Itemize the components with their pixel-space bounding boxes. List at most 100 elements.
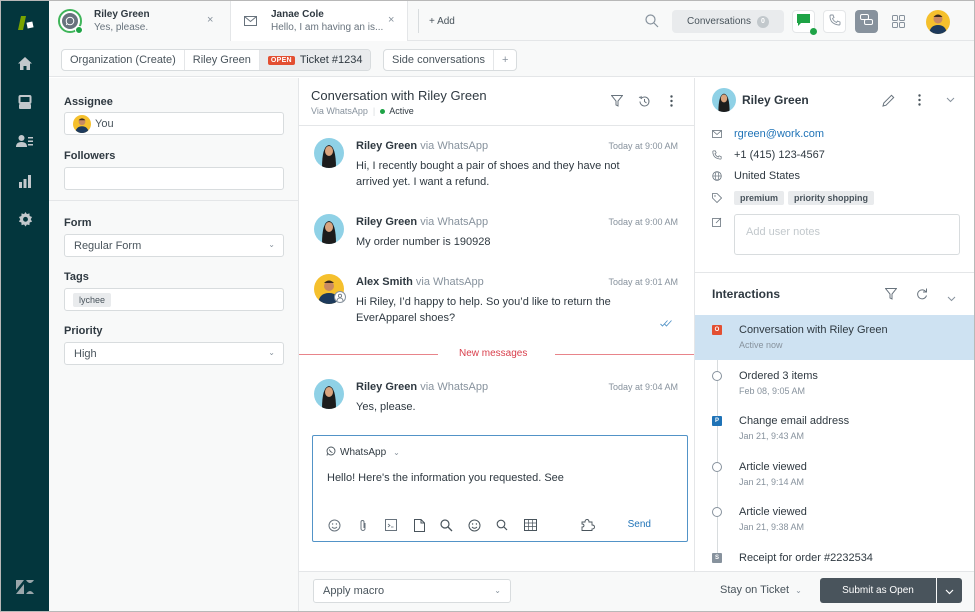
breadcrumb-ticket[interactable]: OPEN Ticket #1234 <box>259 50 371 70</box>
zendesk-logo[interactable] <box>15 577 35 597</box>
message-body: Hi Riley, I’d happy to help. So you’d li… <box>356 296 611 324</box>
conversations-button[interactable]: Conversations 0 <box>672 10 784 33</box>
code-block-icon[interactable] <box>384 518 398 532</box>
search-icon[interactable] <box>439 518 453 532</box>
tab-janae-cole[interactable]: Janae Cole Hello, I am having an is... × <box>230 1 408 42</box>
breadcrumb: Organization (Create) Riley Green OPEN T… <box>61 49 372 71</box>
stay-on-ticket-select[interactable]: Stay on Ticket ⌄ <box>720 584 802 596</box>
breadcrumb-user[interactable]: Riley Green <box>185 50 260 70</box>
conversation-status: Active <box>380 106 414 116</box>
phone-button[interactable] <box>823 10 846 33</box>
channel-label: WhatsApp <box>340 447 387 458</box>
close-tab-icon[interactable]: × <box>207 14 213 26</box>
refresh-icon[interactable] <box>916 288 928 303</box>
inbox-icon[interactable] <box>15 92 35 112</box>
contacts-icon[interactable] <box>15 131 35 151</box>
interaction-title: Change email address <box>739 415 850 427</box>
agent-badge-icon <box>334 291 346 303</box>
author-name: Riley Green <box>356 381 418 393</box>
more-options-icon[interactable] <box>664 94 678 108</box>
customer-avatar <box>314 138 344 168</box>
gear-icon[interactable] <box>15 209 35 229</box>
messaging-status-button[interactable] <box>792 10 817 35</box>
interaction-item[interactable]: Ordered 3 items Feb 08, 9:05 AM <box>695 361 974 406</box>
add-tab-button[interactable]: + Add <box>418 9 455 33</box>
send-button[interactable]: Send <box>628 519 651 530</box>
knowledge-search-icon[interactable] <box>495 518 509 532</box>
collapse-chevron-icon[interactable] <box>947 291 956 305</box>
edit-pencil-icon[interactable] <box>881 93 895 107</box>
side-conversations-button[interactable]: Side conversations <box>384 50 494 70</box>
tag-chip[interactable]: lychee <box>73 292 112 307</box>
interaction-time: Active now <box>739 340 783 350</box>
user-phone: +1 (415) 123-4567 <box>734 149 825 161</box>
phone-icon <box>712 150 722 160</box>
interaction-item[interactable]: O Conversation with Riley Green Active n… <box>695 315 974 360</box>
customer-avatar <box>314 379 344 409</box>
reply-composer[interactable]: WhatsApp ⌄ Hello! Here's the information… <box>312 435 688 542</box>
interaction-item[interactable]: S Receipt for order #2232534 <box>695 543 974 571</box>
emoji-icon[interactable] <box>467 518 481 532</box>
emoji-icon[interactable] <box>327 518 341 532</box>
conversations-label: Conversations <box>687 16 751 27</box>
home-icon[interactable] <box>15 53 35 73</box>
submit-options-button[interactable] <box>937 578 962 603</box>
collapse-chevron-icon[interactable] <box>943 93 957 107</box>
current-user-avatar[interactable] <box>926 10 950 34</box>
tab-riley-green[interactable]: Riley Green Yes, please. × <box>49 1 230 41</box>
reply-text-input[interactable]: Hello! Here's the information you reques… <box>327 472 564 484</box>
user-name: Riley Green <box>742 93 809 107</box>
interaction-title: Conversation with Riley Green <box>739 324 888 336</box>
author-channel: via WhatsApp <box>420 140 489 152</box>
interactions-title: Interactions <box>712 287 781 301</box>
form-select[interactable]: Regular Form ⌄ <box>64 234 284 257</box>
event-circle-icon <box>712 462 722 472</box>
apps-grid-icon[interactable] <box>892 15 905 31</box>
attachment-icon[interactable] <box>356 518 370 532</box>
filter-icon[interactable] <box>610 94 624 108</box>
whatsapp-avatar <box>58 9 83 34</box>
chevron-down-icon: ⌄ <box>393 448 400 457</box>
followers-field[interactable] <box>64 167 284 190</box>
top-bar: Riley Green Yes, please. × Janae Cole He… <box>49 1 974 42</box>
bar-chart-icon[interactable] <box>15 171 35 191</box>
interaction-item[interactable]: Article viewed Jan 21, 9:14 AM <box>695 452 974 497</box>
context-panel-toggle[interactable] <box>855 10 878 33</box>
apps-puzzle-icon[interactable] <box>580 518 596 532</box>
user-country-row: United States <box>712 169 800 183</box>
breadcrumb-organization[interactable]: Organization (Create) <box>62 50 185 70</box>
history-icon[interactable] <box>637 94 651 108</box>
author-channel: via WhatsApp <box>420 381 489 393</box>
interaction-item[interactable]: Article viewed Jan 21, 9:38 AM <box>695 497 974 542</box>
table-icon[interactable] <box>523 518 537 532</box>
user-notes-input[interactable]: Add user notes <box>734 214 960 255</box>
user-tag[interactable]: priority shopping <box>788 191 875 205</box>
channel-selector[interactable]: WhatsApp ⌄ <box>326 446 400 459</box>
chevron-down-icon <box>945 584 954 598</box>
message-author: Riley Green via WhatsApp <box>356 216 488 228</box>
priority-select[interactable]: High ⌄ <box>64 342 284 365</box>
close-tab-icon[interactable]: × <box>388 14 394 26</box>
more-options-icon[interactable] <box>912 93 926 107</box>
filter-icon[interactable] <box>884 288 898 303</box>
add-side-conversation-button[interactable]: + <box>494 50 516 70</box>
interaction-item[interactable]: P Change email address Jan 21, 9:43 AM <box>695 406 974 451</box>
document-icon[interactable] <box>412 518 426 532</box>
open-status-icon: O <box>712 325 722 335</box>
zendesk-product-logo[interactable] <box>15 13 35 33</box>
user-avatar <box>712 88 736 112</box>
tags-field[interactable]: lychee <box>64 288 284 311</box>
assignee-field[interactable]: You <box>64 112 284 135</box>
divider <box>49 200 298 201</box>
search-icon[interactable] <box>645 14 659 31</box>
assignee-value: You <box>95 117 114 130</box>
assignee-avatar <box>73 114 91 133</box>
app-window: Riley Green Yes, please. × Janae Cole He… <box>0 0 975 612</box>
submit-button[interactable]: Submit as Open <box>820 578 936 603</box>
stay-on-ticket-label: Stay on Ticket <box>720 584 790 596</box>
apply-macro-select[interactable]: Apply macro ⌄ <box>313 579 511 603</box>
status-text: Active <box>389 106 414 116</box>
user-email-link[interactable]: rgreen@work.com <box>734 128 824 140</box>
author-name: Riley Green <box>356 140 418 152</box>
user-tag[interactable]: premium <box>734 191 785 205</box>
